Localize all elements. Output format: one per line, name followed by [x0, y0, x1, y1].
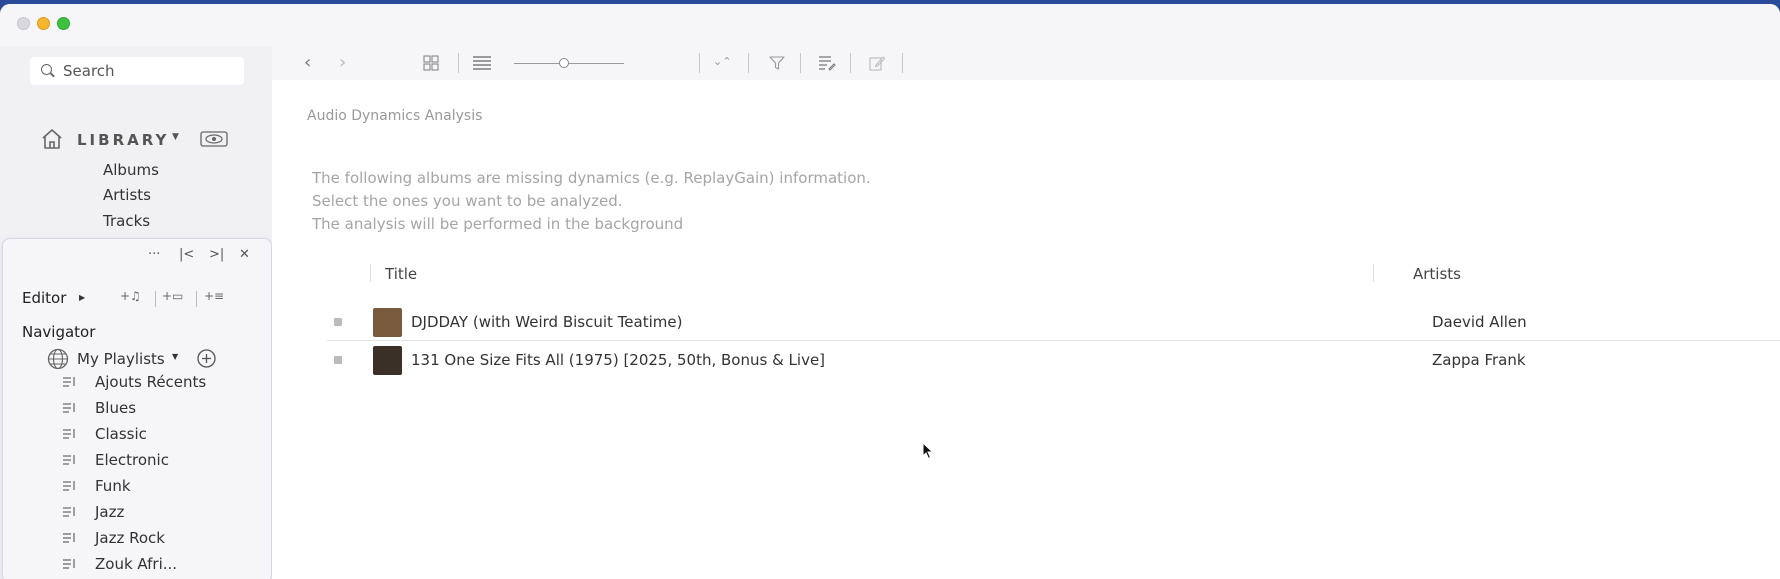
playlist-icon: [63, 507, 75, 517]
minimize-window-button[interactable]: [37, 17, 50, 30]
playlist-item[interactable]: Funk: [63, 476, 263, 498]
library-item-tracks[interactable]: Tracks: [103, 212, 150, 230]
column-divider: [370, 264, 371, 282]
library-caret-icon[interactable]: ▼: [172, 132, 179, 142]
library-item-artists[interactable]: Artists: [103, 186, 151, 204]
playlist-icon: [63, 481, 75, 491]
playlist-item[interactable]: Blues: [63, 398, 263, 420]
sort-icon[interactable]: ⌄⌃: [713, 55, 731, 68]
album-cover: [373, 346, 402, 375]
my-playlists-label: My Playlists: [77, 350, 165, 368]
playlist-edit-icon[interactable]: [818, 55, 836, 71]
title-bar: [0, 4, 1780, 46]
description-line: Select the ones you want to be analyzed.: [312, 192, 623, 210]
row-divider: [327, 340, 1780, 341]
close-icon[interactable]: ✕: [239, 247, 250, 262]
table-row[interactable]: DJDDAY (with Weird Biscuit Teatime) Daev…: [327, 305, 1780, 341]
playlist-name: Jazz: [95, 503, 125, 521]
playlist-item[interactable]: Jazz: [63, 502, 263, 524]
library-label: LIBRARY: [77, 131, 170, 149]
navigator-panel: ··· |< >| ✕ Editor ▶ +♫ +▭ +≡ Navigator …: [2, 238, 272, 579]
collapse-right-icon[interactable]: >|: [209, 247, 224, 262]
edit-icon[interactable]: [869, 55, 885, 71]
mouse-cursor-icon: [922, 442, 934, 460]
collapse-left-icon[interactable]: |<: [179, 247, 194, 262]
maximize-window-button[interactable]: [57, 17, 70, 30]
divider: [748, 53, 749, 73]
divider: [155, 291, 156, 307]
search-input[interactable]: [63, 60, 238, 82]
table-row[interactable]: 131 One Size Fits All (1975) [2025, 50th…: [327, 343, 1780, 379]
playlist-name: Blues: [95, 399, 137, 417]
editor-caret-icon[interactable]: ▶: [79, 293, 85, 302]
library-header[interactable]: LIBRARY ▼: [38, 124, 238, 156]
close-window-button[interactable]: [17, 17, 30, 30]
more-icon[interactable]: ···: [148, 247, 160, 262]
library-item-albums[interactable]: Albums: [103, 161, 159, 179]
divider: [800, 53, 801, 73]
album-artist: Daevid Allen: [1432, 313, 1527, 331]
navigator-title: Navigator: [22, 323, 96, 341]
list-view-icon[interactable]: [473, 55, 491, 71]
divider: [196, 291, 197, 307]
add-folder-icon[interactable]: +▭: [162, 289, 183, 303]
playlist-icon: [63, 455, 75, 465]
toolbar: ‹ › ⌄⌃: [272, 46, 1780, 80]
playlist-item[interactable]: Electronic: [63, 450, 263, 472]
playlist-item[interactable]: Ajouts Récents: [63, 372, 263, 394]
row-checkbox[interactable]: [334, 318, 342, 326]
back-arrow-icon[interactable]: ‹: [304, 52, 311, 73]
main-content: ‹ › ⌄⌃ Audio Dynamics Analysis The follo…: [272, 46, 1780, 579]
divider: [699, 53, 700, 73]
column-divider: [1373, 264, 1374, 282]
home-icon: [42, 129, 62, 149]
zoom-slider-track[interactable]: [514, 63, 624, 64]
album-artist: Zappa Frank: [1432, 351, 1526, 369]
playlist-name: Classic: [95, 425, 147, 443]
my-playlists-header[interactable]: My Playlists ▼: [47, 347, 247, 371]
playlist-name: Jazz Rock: [95, 529, 165, 547]
album-title: DJDDAY (with Weird Biscuit Teatime): [411, 313, 683, 331]
playlist-icon: [63, 403, 75, 413]
description-line: The analysis will be performed in the ba…: [312, 215, 684, 233]
playlist-name: Zouk Afri...: [95, 555, 178, 573]
playlist-icon: [63, 559, 75, 569]
column-header-title[interactable]: Title: [385, 265, 417, 283]
playlist-icon: [63, 429, 75, 439]
my-playlists-caret-icon[interactable]: ▼: [172, 352, 178, 361]
description-line: The following albums are missing dynamic…: [312, 169, 871, 187]
app-window: LIBRARY ▼ Albums Artists Tracks ··· |< >…: [0, 4, 1780, 579]
album-cover: [373, 308, 402, 337]
editor-row: Editor ▶ +♫ +▭ +≡: [22, 289, 267, 311]
playlist-item[interactable]: Zouk Afri...: [63, 554, 263, 576]
add-playlist-circle-icon[interactable]: [197, 349, 216, 368]
add-track-icon[interactable]: +♫: [120, 289, 141, 303]
section-title: Audio Dynamics Analysis: [307, 108, 483, 124]
playlist-name: Ajouts Récents: [95, 373, 207, 391]
forward-arrow-icon[interactable]: ›: [339, 52, 346, 73]
search-box: [30, 57, 244, 85]
editor-label[interactable]: Editor: [22, 289, 66, 307]
playlist-name: Funk: [95, 477, 131, 495]
divider: [850, 53, 851, 73]
playlist-item[interactable]: Classic: [63, 424, 263, 446]
playlist-item[interactable]: Jazz Rock: [63, 528, 263, 550]
grid-view-icon[interactable]: [423, 55, 439, 71]
playlist-name: Electronic: [95, 451, 169, 469]
filter-icon[interactable]: [769, 55, 785, 71]
globe-icon: [47, 348, 69, 370]
divider: [902, 53, 903, 73]
album-title: 131 One Size Fits All (1975) [2025, 50th…: [411, 351, 826, 369]
eye-icon[interactable]: [200, 129, 228, 149]
add-playlist-icon[interactable]: +≡: [204, 289, 224, 303]
playlist-icon: [63, 377, 75, 387]
row-checkbox[interactable]: [334, 356, 342, 364]
zoom-slider-handle[interactable]: [559, 58, 569, 68]
playlist-icon: [63, 533, 75, 543]
search-icon: [41, 64, 52, 75]
column-header-artists[interactable]: Artists: [1413, 265, 1461, 283]
divider: [458, 53, 459, 73]
